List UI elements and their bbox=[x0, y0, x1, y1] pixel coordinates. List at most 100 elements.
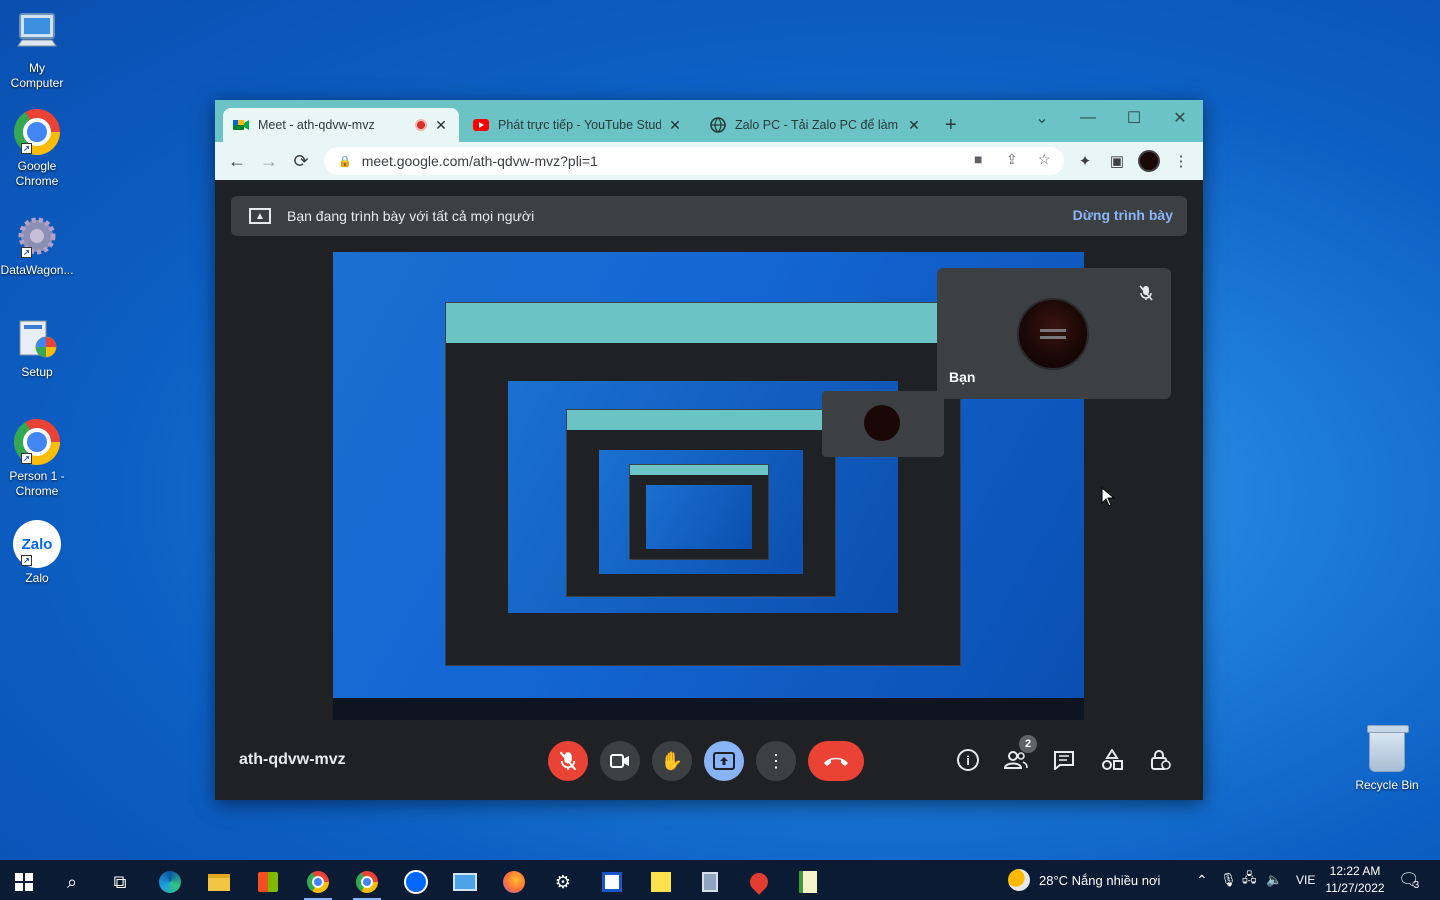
nested-window-3 bbox=[629, 464, 769, 560]
url-text: meet.google.com/ath-qdvw-mvz?pli=1 bbox=[361, 153, 598, 169]
mic-off-icon bbox=[559, 751, 577, 771]
stop-presenting-button[interactable]: Dừng trình bày bbox=[1073, 207, 1173, 223]
people-button[interactable]: 2 bbox=[1001, 735, 1037, 775]
snipping-tool-icon bbox=[602, 872, 622, 892]
tab-close-icon[interactable]: ✕ bbox=[906, 117, 922, 134]
profile-avatar[interactable] bbox=[1135, 148, 1163, 174]
taskbar-notepad[interactable] bbox=[786, 864, 830, 900]
reload-icon[interactable]: ⟳ bbox=[285, 145, 317, 177]
taskbar-zalo[interactable] bbox=[394, 864, 438, 900]
minimize-button[interactable]: — bbox=[1065, 104, 1111, 132]
nested-window-1 bbox=[445, 302, 961, 666]
clock-time: 12:22 AM bbox=[1329, 864, 1381, 878]
mic-off-icon bbox=[1135, 282, 1157, 304]
more-vertical-icon: ⋮ bbox=[767, 750, 785, 771]
maximize-button[interactable]: ☐ bbox=[1111, 104, 1157, 132]
task-view-button[interactable]: ⧉ bbox=[98, 864, 142, 900]
search-button[interactable]: ⌕ bbox=[50, 864, 94, 900]
tab-title: Zalo PC - Tải Zalo PC để làm việ bbox=[735, 118, 900, 132]
tab-zalo-pc[interactable]: Zalo PC - Tải Zalo PC để làm việ ✕ bbox=[700, 108, 932, 142]
video-camera-icon bbox=[610, 754, 629, 768]
gear-cluster-icon: ↗ bbox=[13, 212, 61, 260]
share-icon[interactable]: ⇪ bbox=[1006, 151, 1018, 168]
tray-overflow-chevron-icon[interactable]: ⌃ bbox=[1196, 860, 1208, 900]
side-panel-icon[interactable]: ▣ bbox=[1103, 148, 1131, 174]
recycle-bin-icon bbox=[1367, 725, 1409, 772]
leave-call-button[interactable] bbox=[808, 741, 864, 781]
desktop-icon-label: DataWagon... bbox=[0, 263, 74, 277]
address-bar[interactable]: 🔒 meet.google.com/ath-qdvw-mvz?pli=1 ■ ⇪… bbox=[324, 147, 1064, 175]
store-bag-icon bbox=[258, 872, 278, 892]
tab-search-chevron-icon[interactable]: ⌄ bbox=[1019, 104, 1065, 132]
network-icon[interactable]: 🖧 bbox=[1242, 860, 1257, 900]
desktop-icon-google-chrome[interactable]: ↗ Google Chrome bbox=[2, 108, 72, 189]
desktop-icon-person1-chrome[interactable]: ↗ Person 1 - Chrome bbox=[2, 418, 72, 499]
taskbar-snip[interactable] bbox=[590, 864, 634, 900]
desktop-icon-zalo[interactable]: Zalo ↗ Zalo bbox=[2, 520, 72, 586]
taskbar-chrome-person1[interactable] bbox=[345, 864, 389, 900]
taskbar-chrome[interactable] bbox=[296, 864, 340, 900]
taskbar-store[interactable] bbox=[246, 864, 290, 900]
tab-title: Phát trực tiếp - YouTube Studio bbox=[498, 118, 661, 132]
desktop-icon-setup[interactable]: Setup bbox=[2, 314, 72, 380]
tab-meet[interactable]: Meet - ath-qdvw-mvz ✕ bbox=[223, 108, 459, 142]
desktop-icon-label: Setup bbox=[21, 365, 53, 379]
notification-center-button[interactable]: 🗨 3 bbox=[1398, 860, 1420, 900]
raise-hand-button[interactable]: ✋ bbox=[652, 741, 692, 781]
monitor-icon bbox=[453, 873, 477, 891]
input-language[interactable]: VIE bbox=[1296, 860, 1315, 900]
browser-toolbar: ← → ⟳ 🔒 meet.google.com/ath-qdvw-mvz?pli… bbox=[215, 142, 1203, 180]
more-options-button[interactable]: ⋮ bbox=[756, 741, 796, 781]
nested-self-tile bbox=[822, 391, 944, 457]
meeting-details-button[interactable]: i bbox=[953, 745, 983, 775]
taskbar-remote-desktop[interactable] bbox=[443, 864, 487, 900]
taskbar-settings[interactable]: ⚙ bbox=[541, 864, 585, 900]
back-arrow-icon[interactable]: ← bbox=[221, 145, 253, 177]
presenting-banner: ▲ Bạn đang trình bày với tất cả mọi ngườ… bbox=[231, 196, 1187, 236]
taskbar-edge[interactable] bbox=[148, 864, 192, 900]
host-controls-button[interactable] bbox=[1145, 745, 1175, 775]
activities-button[interactable] bbox=[1097, 745, 1127, 775]
firefox-icon bbox=[503, 871, 525, 893]
clock-date: 11/27/2022 bbox=[1325, 881, 1385, 895]
system-clock[interactable]: 12:22 AM 11/27/2022 bbox=[1318, 863, 1392, 897]
shortcut-arrow-icon: ↗ bbox=[21, 453, 32, 464]
toggle-microphone-button[interactable] bbox=[548, 741, 588, 781]
taskbar-firefox[interactable] bbox=[492, 864, 536, 900]
desktop-icon-label: Recycle Bin bbox=[1355, 778, 1419, 792]
taskbar-calculator[interactable] bbox=[688, 864, 732, 900]
bookmark-star-icon[interactable]: ☆ bbox=[1038, 151, 1051, 168]
taskbar-file-explorer[interactable] bbox=[197, 864, 241, 900]
self-video-tile[interactable]: Bạn bbox=[937, 268, 1171, 399]
weather-text: 28°C Nắng nhiều nơi bbox=[1039, 872, 1161, 888]
weather-widget[interactable]: 28°C Nắng nhiều nơi bbox=[1008, 860, 1160, 900]
new-tab-button[interactable]: + bbox=[945, 114, 957, 136]
desktop-icon-datawagon[interactable]: ↗ DataWagon... bbox=[0, 212, 74, 278]
start-button[interactable] bbox=[2, 864, 46, 900]
self-avatar bbox=[1017, 298, 1089, 370]
forward-arrow-icon[interactable]: → bbox=[253, 145, 285, 177]
sticky-note-icon bbox=[651, 872, 671, 892]
nested-screen-2 bbox=[599, 450, 803, 574]
mouse-cursor-icon bbox=[1101, 487, 1115, 507]
toggle-camera-button[interactable] bbox=[600, 741, 640, 781]
tab-close-icon[interactable]: ✕ bbox=[433, 117, 449, 134]
desktop-icon-recycle-bin[interactable]: Recycle Bin bbox=[1350, 725, 1424, 792]
volume-icon[interactable]: 🔈 bbox=[1266, 860, 1282, 900]
tab-close-icon[interactable]: ✕ bbox=[667, 117, 683, 134]
window-close-button[interactable]: ✕ bbox=[1157, 104, 1203, 132]
presenting-message: Bạn đang trình bày với tất cả mọi người bbox=[287, 208, 535, 224]
tab-youtube-studio[interactable]: Phát trực tiếp - YouTube Studio ✕ bbox=[463, 108, 693, 142]
camera-icon[interactable]: ■ bbox=[974, 151, 982, 167]
microphone-tray-icon[interactable]: 🎙 bbox=[1220, 860, 1237, 900]
shortcut-arrow-icon: ↗ bbox=[21, 555, 32, 566]
taskbar-maps[interactable] bbox=[737, 864, 781, 900]
browser-menu-icon[interactable]: ⋮ bbox=[1167, 148, 1195, 174]
notepad-icon bbox=[799, 871, 817, 893]
desktop-icon-my-computer[interactable]: My Computer bbox=[2, 10, 72, 91]
taskbar-sticky-notes[interactable] bbox=[639, 864, 683, 900]
weather-sun-cloud-icon bbox=[1008, 869, 1030, 891]
extensions-puzzle-icon[interactable]: ✦ bbox=[1071, 148, 1099, 174]
present-now-button[interactable] bbox=[704, 741, 744, 781]
chat-button[interactable] bbox=[1049, 745, 1079, 775]
